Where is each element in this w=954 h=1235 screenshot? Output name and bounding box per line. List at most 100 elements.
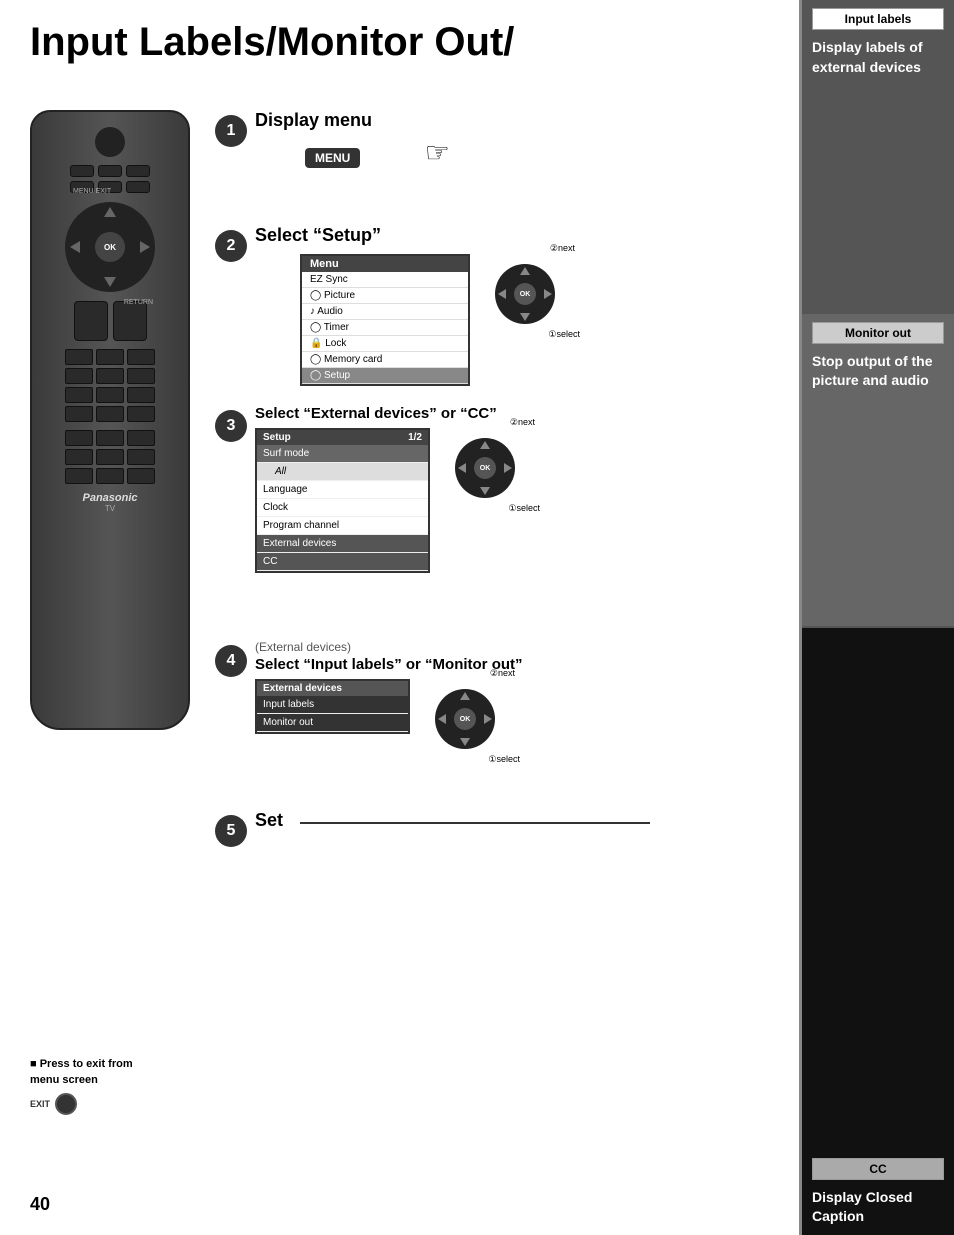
step2-inline: Menu EZ Sync ◯ Picture ♪ Audio ◯ Timer 🔒… [255,254,799,386]
step4-circle: 4 [215,645,247,677]
remote-num-btn [127,368,155,384]
nav-select-label: ①select [548,329,580,340]
menu-item-picture: ◯ Picture [302,288,468,304]
setup-menu: Setup 1/2 Surf mode All Language Clock P… [255,428,430,573]
remote-nav-area: MENU EXIT RETURN OK [65,202,155,292]
remote-num-btn [127,387,155,403]
remote-btn-small [126,165,150,177]
all-item: All [257,463,428,481]
remote-num-grid [65,349,155,422]
step3-wrapper: 3 Select “External devices” or “CC” Setu… [210,405,799,573]
remote-num-btn [127,468,155,484]
sidebar-section-monitor-out: Monitor out Stop output of the picture a… [802,314,954,628]
step1-content: Display menu MENU ☞ [255,110,799,169]
remote-btn-small [126,181,150,193]
setup-menu-title: Setup [263,432,291,443]
step4-section: 4 (External devices) Select “Input label… [210,640,799,754]
step1-wrapper: 1 Display menu MENU ☞ [210,110,799,169]
step4-content: (External devices) Select “Input labels”… [255,640,799,749]
ok-nav-button-step3: OK [455,438,515,498]
remote-num-btn [65,430,93,446]
sidebar: Input labels Display labels of external … [799,0,954,1235]
nav-down-icon-3 [480,487,490,495]
menu-box: Menu EZ Sync ◯ Picture ♪ Audio ◯ Timer 🔒… [300,254,470,386]
remote-rect-btn-right [113,301,147,341]
nav-next-label-4: ②next [490,668,515,679]
nav-next-label-3: ②next [510,417,535,428]
ext-menu-header: External devices [257,681,408,696]
remote-btn-small [70,165,94,177]
remote-num-btn [127,430,155,446]
remote-rect-btn-left [74,301,108,341]
monitor-out-item: Monitor out [257,714,408,732]
page-number: 40 [30,1194,50,1215]
language-item: Language [257,481,428,499]
step4-inline: External devices Input labels Monitor ou… [255,679,799,749]
step5-wrapper: 5 Set [210,810,379,831]
step3-content: Select “External devices” or “CC” Setup … [255,405,799,573]
remote-section-btns [74,301,147,341]
step1-title: Display menu [255,110,799,131]
step5-label: Set [255,810,379,831]
step5-section: 5 Set [210,810,379,836]
nav-left-icon-3 [458,463,466,473]
menu-item-memory: ◯ Memory card [302,352,468,368]
menu-item-ezsync: EZ Sync [302,272,468,288]
remote-num-grid-2 [65,430,155,484]
remote-num-btn [127,349,155,365]
menu-item-setup: ◯ Setup [302,368,468,384]
step2-title: Select “Setup” [255,225,799,246]
remote-num-btn [96,430,124,446]
menu-item-audio: ♪ Audio [302,304,468,320]
cc-tab: CC [812,1158,944,1180]
menu-item-lock: 🔒 Lock [302,336,468,352]
nav-next-label: ②next [550,243,575,254]
cc-description: Display Closed Caption [812,1188,944,1227]
remote-arrow-left-icon [70,241,80,253]
remote-num-btn [65,349,93,365]
remote-num-btn [96,468,124,484]
remote-num-btn [96,368,124,384]
step5-content: Set [255,810,379,831]
remote-arrow-down-icon [104,277,116,287]
menu-button[interactable]: MENU [305,148,360,168]
nav-right-icon-3 [504,463,512,473]
nav-up-icon-3 [480,441,490,449]
page-title: Input Labels/Monitor Out/ [30,20,769,65]
remote-top-sensor [95,127,125,157]
remote-num-btn [65,368,93,384]
press-exit-line1: ■ Press to exit from [30,1058,133,1070]
surf-mode-item: Surf mode [257,445,428,463]
press-exit-area: ■ Press to exit from menu screen EXIT [30,1057,133,1115]
nav-down-icon [520,313,530,321]
hand-icon: ☞ [425,136,450,169]
step1-circle: 1 [215,115,247,147]
remote-ok-button[interactable]: OK [94,231,126,263]
remote-menu-label: MENU EXIT [73,188,111,195]
nav-down-icon-4 [460,738,470,746]
input-labels-item: Input labels [257,696,408,714]
input-labels-tab: Input labels [812,8,944,30]
sidebar-section-cc: CC Display Closed Caption [802,628,954,1235]
step2-circle: 2 [215,230,247,262]
cc-item: CC [257,553,428,571]
exit-circle-button[interactable] [55,1093,77,1115]
remote-num-btn [65,406,93,422]
main-content: Input Labels/Monitor Out/ MENU EXIT RETU… [0,0,799,1235]
ok-center: OK [514,283,536,305]
set-line [300,822,650,824]
step1-section: 1 Display menu MENU ☞ [210,110,799,174]
exit-label: EXIT [30,1099,50,1109]
remote-num-btn [127,449,155,465]
remote-tv-label: TV [105,504,115,513]
step4-wrapper: 4 (External devices) Select “Input label… [210,640,799,749]
remote-num-btn [96,449,124,465]
ok-nav-step2: OK ②next ①select [480,259,555,324]
menu-header: Menu [302,256,468,272]
setup-menu-header: Setup 1/2 [257,430,428,445]
remote-num-btn [65,468,93,484]
nav-select-label-4: ①select [488,754,520,765]
nav-left-icon [498,289,506,299]
remote-return-label: RETURN [124,299,153,306]
step5-circle: 5 [215,815,247,847]
